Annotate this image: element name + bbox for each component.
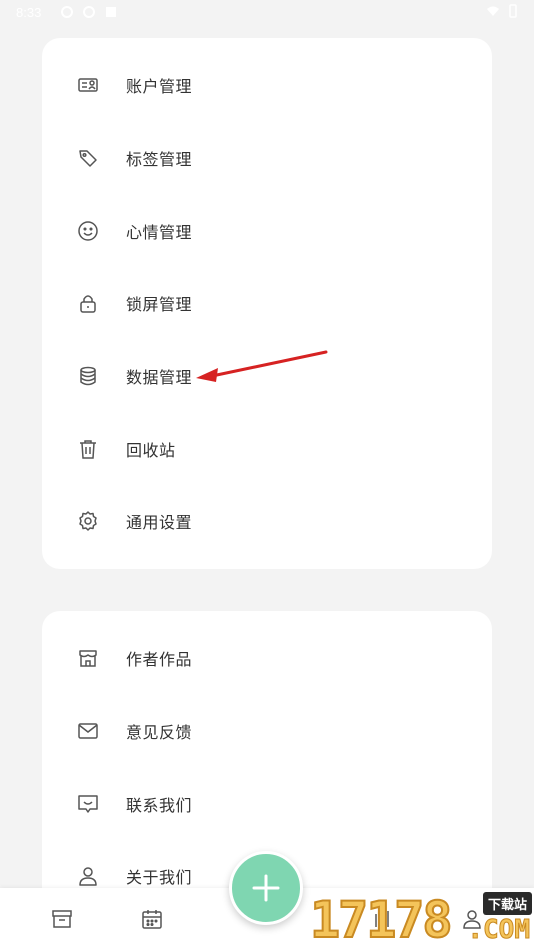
menu-item-author-works[interactable]: 作者作品 xyxy=(42,633,492,683)
menu-label: 数据管理 xyxy=(126,368,193,387)
menu-label: 通用设置 xyxy=(126,513,193,532)
watermark-digits: 17178 xyxy=(309,891,454,949)
menu-item-lockscreen[interactable]: 锁屏管理 xyxy=(42,278,492,328)
trash-icon xyxy=(77,438,99,460)
annotation-arrow xyxy=(196,350,328,382)
status-system-icons xyxy=(486,4,520,18)
chat-smile-icon xyxy=(77,793,99,815)
smiley-icon xyxy=(77,220,99,242)
notification-icon xyxy=(106,7,116,17)
menu-label: 关于我们 xyxy=(126,868,193,887)
menu-label: 联系我们 xyxy=(126,796,193,815)
menu-item-tags[interactable]: 标签管理 xyxy=(42,133,492,183)
gear-icon xyxy=(77,510,99,532)
database-icon xyxy=(77,365,99,387)
menu-label: 账户管理 xyxy=(126,77,193,96)
store-icon xyxy=(77,647,99,669)
battery-icon xyxy=(509,4,517,18)
menu-item-general-settings[interactable]: 通用设置 xyxy=(42,496,492,546)
menu-label: 标签管理 xyxy=(126,150,193,169)
menu-item-contact[interactable]: 联系我们 xyxy=(42,779,492,829)
tag-icon xyxy=(77,147,99,169)
archive-icon[interactable] xyxy=(51,908,73,930)
menu-item-mood[interactable]: 心情管理 xyxy=(42,206,492,256)
site-watermark: 17178 下载站 .COM xyxy=(309,888,534,950)
menu-item-account[interactable]: 账户管理 xyxy=(42,60,492,110)
watermark-com: .COM xyxy=(467,915,531,946)
status-notification-icons xyxy=(60,5,118,19)
menu-label: 回收站 xyxy=(126,441,176,460)
menu-label: 作者作品 xyxy=(126,650,193,669)
menu-label: 锁屏管理 xyxy=(126,295,193,314)
mail-icon xyxy=(77,720,99,742)
add-entry-button[interactable] xyxy=(229,851,303,925)
add-icon xyxy=(252,874,280,902)
sync-icon xyxy=(61,6,73,18)
status-time: 8:33 xyxy=(16,5,42,20)
wifi-icon xyxy=(487,6,499,16)
menu-label: 心情管理 xyxy=(126,223,193,242)
menu-item-feedback[interactable]: 意见反馈 xyxy=(42,706,492,756)
menu-item-trash[interactable]: 回收站 xyxy=(42,424,492,474)
person-icon xyxy=(77,865,99,887)
menu-label: 意见反馈 xyxy=(126,723,193,742)
sync-icon xyxy=(83,6,95,18)
status-bar: 8:33 xyxy=(0,0,534,28)
watermark-badge: 下载站 xyxy=(482,892,532,915)
calendar-icon[interactable] xyxy=(141,908,163,930)
account-card-icon xyxy=(77,74,99,96)
lock-icon xyxy=(77,292,99,314)
settings-card: 账户管理 标签管理 心情管理 锁屏管理 数据管理 回收站 通用设置 xyxy=(42,38,492,569)
